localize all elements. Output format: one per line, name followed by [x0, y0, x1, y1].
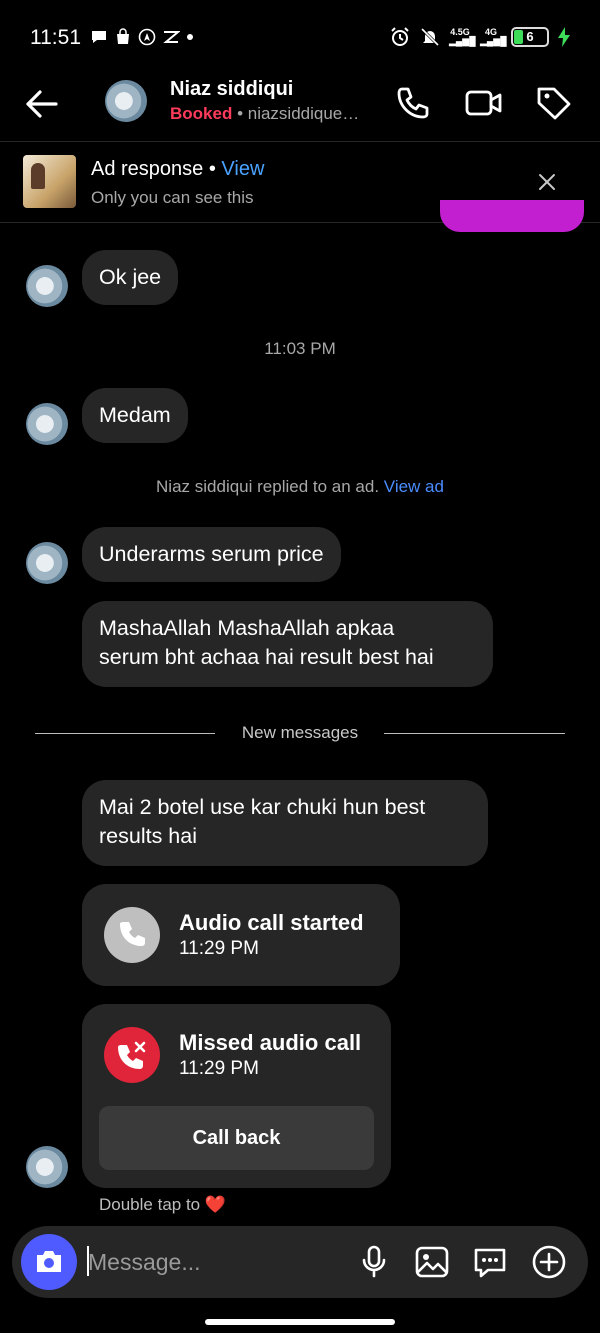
- timestamp: 11:03 PM: [264, 339, 336, 358]
- status-left-icons: [90, 28, 194, 46]
- booked-label: Booked: [170, 104, 233, 123]
- contact-subtitle[interactable]: Booked • niazsiddique…: [170, 104, 359, 124]
- sent-message-bubble-partial[interactable]: [440, 200, 584, 232]
- alarm-icon: [391, 27, 409, 46]
- message-bubble[interactable]: Medam: [82, 388, 188, 443]
- call-time: 11:29 PM: [179, 1058, 259, 1079]
- sender-avatar[interactable]: [26, 265, 68, 307]
- missed-audio-call-card[interactable]: Missed audio call 11:29 PM Call back: [82, 1004, 391, 1188]
- chat-header: Niaz siddiqui Booked • niazsiddique…: [0, 70, 600, 142]
- sender-avatar[interactable]: [26, 1146, 68, 1188]
- status-time: 11:51: [30, 26, 81, 49]
- message-line: results hai: [99, 824, 197, 848]
- phone-icon: [104, 907, 160, 963]
- signal-4-5g-icon: 4.5G ▂▄▆█: [449, 27, 476, 46]
- chat-bubble-icon: [92, 31, 106, 43]
- message-bubble[interactable]: Underarms serum price: [82, 527, 341, 582]
- call-back-button[interactable]: Call back: [99, 1106, 374, 1170]
- tag-icon[interactable]: [535, 84, 573, 122]
- more-notifications-dot-icon: [187, 34, 193, 40]
- new-messages-divider: New messages: [0, 723, 600, 745]
- shopping-bag-icon: [117, 28, 129, 44]
- battery-icon: 6: [511, 27, 549, 47]
- charging-bolt-icon: [558, 27, 570, 47]
- sender-avatar[interactable]: [26, 403, 68, 445]
- message-bubble[interactable]: Ok jee: [82, 250, 179, 305]
- sticker-chat-icon[interactable]: [472, 1244, 508, 1280]
- call-title: Missed audio call: [179, 1030, 362, 1055]
- mute-bell-icon: [420, 27, 440, 47]
- add-circle-icon[interactable]: [531, 1244, 567, 1280]
- sender-avatar[interactable]: [26, 542, 68, 584]
- message-line: MashaAllah MashaAllah apkaa: [99, 616, 395, 640]
- ad-reply-notice: Niaz siddiqui replied to an ad. View ad: [156, 477, 444, 496]
- contact-username: • niazsiddique…: [232, 104, 360, 123]
- call-title: Audio call started: [179, 910, 364, 935]
- camera-button[interactable]: [21, 1234, 77, 1290]
- message-composer: [12, 1226, 588, 1298]
- capcut-icon: [163, 31, 180, 43]
- ad-response-title: Ad response • View: [91, 158, 265, 180]
- message-bubble[interactable]: Mai 2 botel use kar chuki hun best resul…: [82, 780, 488, 866]
- contact-avatar[interactable]: [105, 80, 147, 122]
- status-bar: 11:51 4.5G ▂▄▆█ 4G ▂▄▆█ 6: [0, 0, 600, 70]
- navigation-icon: [138, 28, 156, 46]
- phone-call-icon[interactable]: [394, 84, 432, 122]
- ad-thumbnail[interactable]: [23, 155, 76, 208]
- message-line: serum bht achaa hai result best hai: [99, 645, 434, 669]
- call-time: 11:29 PM: [179, 938, 259, 959]
- microphone-icon[interactable]: [356, 1244, 392, 1280]
- video-call-icon[interactable]: [465, 84, 503, 122]
- contact-name[interactable]: Niaz siddiqui: [170, 78, 293, 101]
- camera-icon: [37, 1251, 61, 1272]
- message-line: Mai 2 botel use kar chuki hun best: [99, 795, 426, 819]
- signal-4g-icon: 4G ▂▄▆█: [480, 27, 507, 46]
- gallery-icon[interactable]: [414, 1244, 450, 1280]
- status-right-icons: 4.5G ▂▄▆█ 4G ▂▄▆█ 6: [389, 26, 570, 48]
- message-input[interactable]: [88, 1246, 338, 1278]
- message-bubble[interactable]: MashaAllah MashaAllah apkaa serum bht ac…: [82, 601, 493, 687]
- view-ad-link[interactable]: View ad: [384, 477, 444, 496]
- back-arrow-icon[interactable]: [22, 84, 62, 124]
- double-tap-hint: Double tap to ❤️: [99, 1195, 227, 1214]
- close-icon[interactable]: [534, 169, 560, 195]
- audio-call-started-card[interactable]: Audio call started 11:29 PM: [82, 884, 400, 986]
- missed-call-icon: [104, 1027, 160, 1083]
- ad-response-note: Only you can see this: [91, 188, 254, 207]
- heart-emoji-icon: ❤️: [204, 1195, 227, 1214]
- home-indicator[interactable]: [205, 1319, 395, 1325]
- ad-view-link[interactable]: View: [221, 158, 264, 180]
